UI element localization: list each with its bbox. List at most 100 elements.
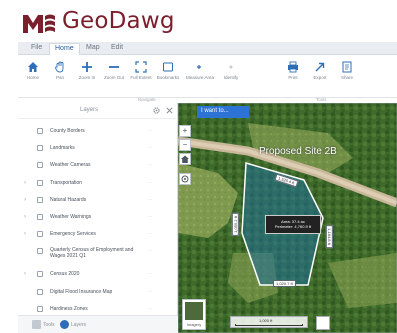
- map-overview-button[interactable]: [316, 316, 330, 330]
- msu-logo-icon: [23, 14, 55, 33]
- export-button[interactable]: Export: [307, 58, 333, 92]
- group-label-navigate: Navigate: [138, 97, 156, 102]
- layer-name: County Borders: [50, 128, 85, 134]
- measure-button[interactable]: Measure Area: [186, 58, 214, 92]
- layer-checkbox[interactable]: [37, 271, 43, 277]
- layer-options-button[interactable]: ···: [148, 197, 153, 202]
- layer-name: Digital Flood Insurance Map: [50, 289, 113, 295]
- i-want-to-menu-button[interactable]: I want to...: [197, 106, 249, 118]
- layer-name: Hardiness Zones: [50, 306, 88, 312]
- tools-icon: [32, 320, 41, 329]
- layer-item[interactable]: › Emergency Services ···: [18, 228, 178, 242]
- share-icon: [342, 61, 352, 73]
- home-icon: [28, 62, 38, 72]
- export-icon: [315, 62, 325, 72]
- layer-options-button[interactable]: ···: [148, 162, 153, 167]
- panel-tab-layers[interactable]: Layers: [60, 320, 86, 332]
- layer-name: Transportation: [50, 180, 83, 186]
- tab-edit[interactable]: Edit: [106, 43, 128, 55]
- identify-button[interactable]: Identify: [218, 58, 244, 92]
- chevron-right-icon[interactable]: ›: [24, 180, 26, 186]
- tab-map[interactable]: Map: [81, 43, 105, 55]
- layer-name: Quarterly Census of Employment and Wages…: [50, 247, 134, 259]
- layer-name: Census 2020: [50, 271, 80, 277]
- layer-checkbox[interactable]: [37, 306, 43, 312]
- map-view[interactable]: I want to... + − Proposed Site 2B 1,520.…: [178, 103, 397, 333]
- chevron-right-icon[interactable]: ›: [24, 271, 26, 277]
- bookmarks-button[interactable]: Bookmarks: [155, 58, 181, 92]
- full-extent-button[interactable]: Full Extent: [128, 58, 154, 92]
- layers-panel: Layers County Borders ··· Landmarks ··· …: [18, 103, 178, 333]
- panel-tab-bar: Tools Layers: [18, 315, 178, 333]
- home-button[interactable]: Home: [20, 58, 46, 92]
- layer-checkbox[interactable]: [37, 248, 43, 254]
- dimension-label-bottom: 1,020.7 ft: [273, 280, 296, 287]
- app-header: GeoDawg: [0, 0, 397, 40]
- layer-item[interactable]: › Weather Warnings ···: [18, 211, 178, 225]
- layer-options-button[interactable]: ···: [148, 145, 153, 150]
- zoom-out-button[interactable]: Zoom Out: [101, 58, 127, 92]
- zoom-out-icon: [109, 66, 119, 68]
- layer-item[interactable]: › Census 2020 ···: [18, 268, 178, 282]
- layer-checkbox[interactable]: [37, 197, 43, 203]
- layer-checkbox[interactable]: [37, 289, 43, 295]
- site-label: Proposed Site 2B: [259, 146, 337, 157]
- measure-icon: [197, 65, 201, 69]
- dimension-label-right: 1,164.8 ft: [325, 225, 333, 248]
- pan-button[interactable]: Pan: [47, 58, 73, 92]
- layer-item[interactable]: Quarterly Census of Employment and Wages…: [18, 245, 178, 265]
- zoom-in-icon: [82, 62, 92, 72]
- layers-panel-title: Layers: [80, 107, 99, 113]
- close-icon[interactable]: [165, 106, 174, 115]
- basemap-label: Imagery: [186, 322, 202, 327]
- layer-checkbox[interactable]: [37, 128, 43, 134]
- locate-icon: [181, 175, 189, 183]
- home-icon: [181, 155, 189, 163]
- layer-item[interactable]: › Transportation ···: [18, 177, 178, 191]
- basemap-thumbnail: [185, 302, 203, 320]
- layer-options-button[interactable]: ···: [148, 231, 153, 236]
- panel-tab-tools[interactable]: Tools: [32, 320, 55, 332]
- identify-icon: [229, 65, 233, 69]
- layer-options-button[interactable]: ···: [148, 248, 153, 253]
- layer-name: Weather Cameras: [50, 162, 91, 168]
- home-extent-map-button[interactable]: [179, 153, 191, 165]
- print-button[interactable]: Print: [280, 58, 306, 92]
- layer-options-button[interactable]: ···: [148, 271, 153, 276]
- layer-item[interactable]: Landmarks ···: [18, 142, 178, 156]
- measurement-perimeter: Perimeter: 4,760.9 ft: [274, 224, 312, 229]
- layer-checkbox[interactable]: [37, 162, 43, 168]
- layer-checkbox[interactable]: [37, 145, 43, 151]
- locate-map-button[interactable]: [179, 173, 191, 185]
- group-label-tools: Tools: [316, 97, 327, 102]
- layer-options-button[interactable]: ···: [148, 306, 153, 311]
- layer-name: Natural Hazards: [50, 197, 87, 203]
- dimension-label-left: 1,055.2 ft: [231, 213, 239, 236]
- layer-options-button[interactable]: ···: [148, 214, 153, 219]
- chevron-right-icon[interactable]: ›: [24, 214, 26, 220]
- zoom-in-map-button[interactable]: +: [179, 125, 191, 137]
- gear-icon[interactable]: [152, 106, 161, 115]
- layer-item[interactable]: Digital Flood Insurance Map ···: [18, 286, 178, 300]
- share-button[interactable]: Share: [334, 58, 360, 92]
- layer-checkbox[interactable]: [37, 214, 43, 220]
- print-icon: [288, 61, 298, 73]
- layers-icon: [60, 320, 69, 329]
- layer-item[interactable]: County Borders ···: [18, 125, 178, 139]
- layer-checkbox[interactable]: [37, 180, 43, 186]
- layer-options-button[interactable]: ···: [148, 180, 153, 185]
- layer-options-button[interactable]: ···: [148, 289, 153, 294]
- basemap-toggle-button[interactable]: Imagery: [182, 299, 206, 330]
- full-extent-icon: [135, 61, 147, 73]
- zoom-in-button[interactable]: Zoom In: [74, 58, 100, 92]
- tab-file[interactable]: File: [26, 43, 47, 55]
- tab-home[interactable]: Home: [49, 43, 80, 55]
- measurement-popup: Area: 37.4 ac Perimeter: 4,760.9 ft: [265, 215, 321, 234]
- layer-checkbox[interactable]: [37, 231, 43, 237]
- layer-options-button[interactable]: ···: [148, 128, 153, 133]
- chevron-right-icon[interactable]: ›: [24, 197, 26, 203]
- chevron-right-icon[interactable]: ›: [24, 231, 26, 237]
- layer-item[interactable]: › Natural Hazards ···: [18, 194, 178, 208]
- zoom-out-map-button[interactable]: −: [179, 139, 191, 151]
- layer-item[interactable]: Weather Cameras ···: [18, 159, 178, 173]
